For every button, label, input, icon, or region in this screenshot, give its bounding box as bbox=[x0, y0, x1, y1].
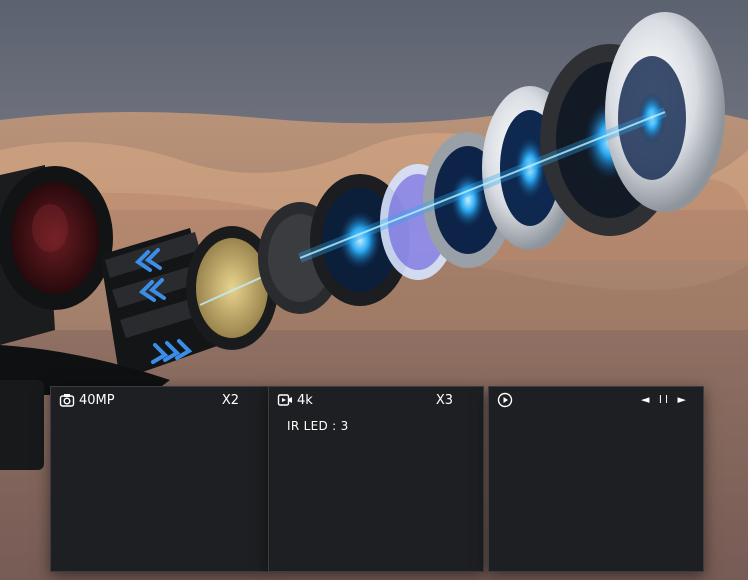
video-resolution-label: 4k bbox=[297, 393, 313, 408]
video-mode-panel: 4k X3 IR LED : 3 bbox=[268, 386, 484, 572]
playback-controls[interactable]: ◄ ll ► bbox=[641, 393, 689, 406]
zoom-label: X3 bbox=[435, 393, 453, 408]
ir-led-overlay: IR LED : 3 bbox=[287, 419, 349, 433]
photo-mode-panel: 40MP X2 bbox=[50, 386, 270, 572]
video-icon bbox=[277, 394, 292, 406]
device-edge bbox=[0, 380, 44, 470]
camera-icon bbox=[59, 394, 75, 407]
resolution-label: 40MP bbox=[79, 393, 115, 408]
playback-panel: ◄ ll ► bbox=[488, 386, 704, 572]
zoom-label: X2 bbox=[221, 393, 239, 408]
play-icon[interactable] bbox=[497, 392, 513, 408]
